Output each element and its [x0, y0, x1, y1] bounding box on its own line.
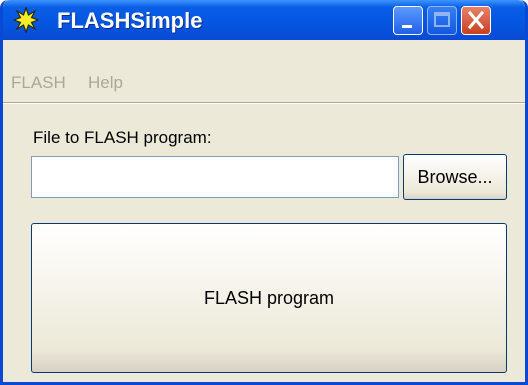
close-icon — [467, 10, 485, 30]
minimize-button[interactable] — [393, 6, 423, 35]
flash-program-button[interactable]: FLASH program — [31, 223, 507, 373]
starburst-icon — [12, 6, 40, 34]
file-path-input[interactable] — [31, 156, 399, 198]
window-title: FLASHSimple — [57, 8, 203, 33]
menu-item-help[interactable]: Help — [88, 73, 123, 93]
maximize-icon — [434, 12, 450, 27]
app-window: FLASHSimple FLASH Help File to FLASH pro… — [0, 0, 528, 385]
file-label: File to FLASH program: — [33, 128, 212, 147]
title-bar[interactable]: FLASHSimple — [3, 0, 525, 40]
close-button[interactable] — [461, 6, 491, 35]
maximize-button — [427, 6, 457, 35]
browse-button[interactable]: Browse... — [403, 154, 507, 200]
menu-bar: FLASH Help — [3, 40, 525, 104]
minimize-icon — [402, 25, 412, 28]
menu-separator — [3, 102, 525, 104]
menu-item-flash[interactable]: FLASH — [11, 73, 66, 93]
